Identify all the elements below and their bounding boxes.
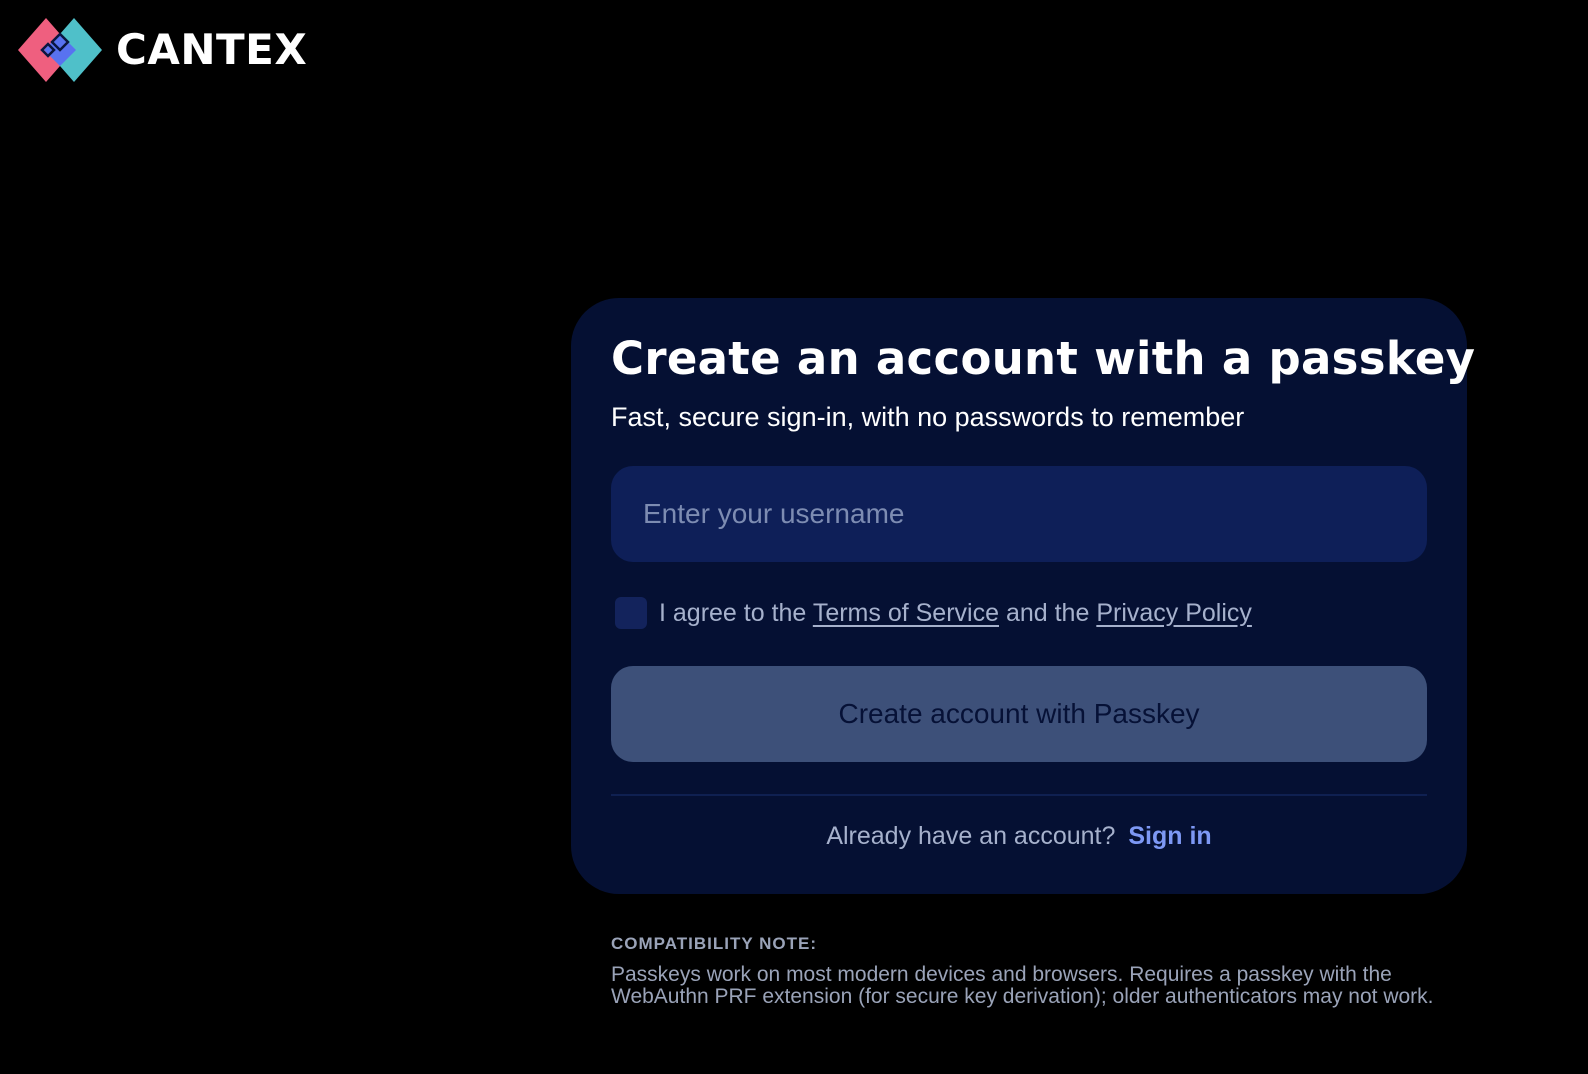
agreement-text: I agree to the Terms of Service and the … <box>659 599 1252 628</box>
username-input[interactable] <box>611 466 1427 562</box>
page-title: Create an account with a passkey <box>611 332 1476 385</box>
brand-name: CANTEX <box>116 25 308 74</box>
agreement-prefix: I agree to the <box>659 598 807 627</box>
brand-logo[interactable]: CANTEX <box>14 18 307 82</box>
page-subtitle: Fast, secure sign-in, with no passwords … <box>611 402 1245 432</box>
compatibility-note: COMPATIBILITY NOTE: Passkeys work on mos… <box>611 934 1441 1008</box>
agreement-middle: and the <box>1005 598 1090 627</box>
compatibility-body: Passkeys work on most modern devices and… <box>611 963 1434 1008</box>
signup-card: Create an account with a passkey Fast, s… <box>571 298 1475 894</box>
compatibility-heading: COMPATIBILITY NOTE: <box>611 934 817 953</box>
divider <box>611 794 1427 796</box>
privacy-policy-link[interactable]: Privacy Policy <box>1096 599 1252 627</box>
agreement-checkbox[interactable] <box>615 597 647 629</box>
signin-row: Already have an account? Sign in <box>611 822 1427 851</box>
cantex-logo-icon <box>14 18 106 82</box>
signin-link[interactable]: Sign in <box>1128 822 1211 850</box>
agreement-row[interactable]: I agree to the Terms of Service and the … <box>615 596 1252 630</box>
create-account-button[interactable]: Create account with Passkey <box>611 666 1427 762</box>
terms-of-service-link[interactable]: Terms of Service <box>813 599 999 627</box>
signin-prompt: Already have an account? <box>826 822 1116 850</box>
